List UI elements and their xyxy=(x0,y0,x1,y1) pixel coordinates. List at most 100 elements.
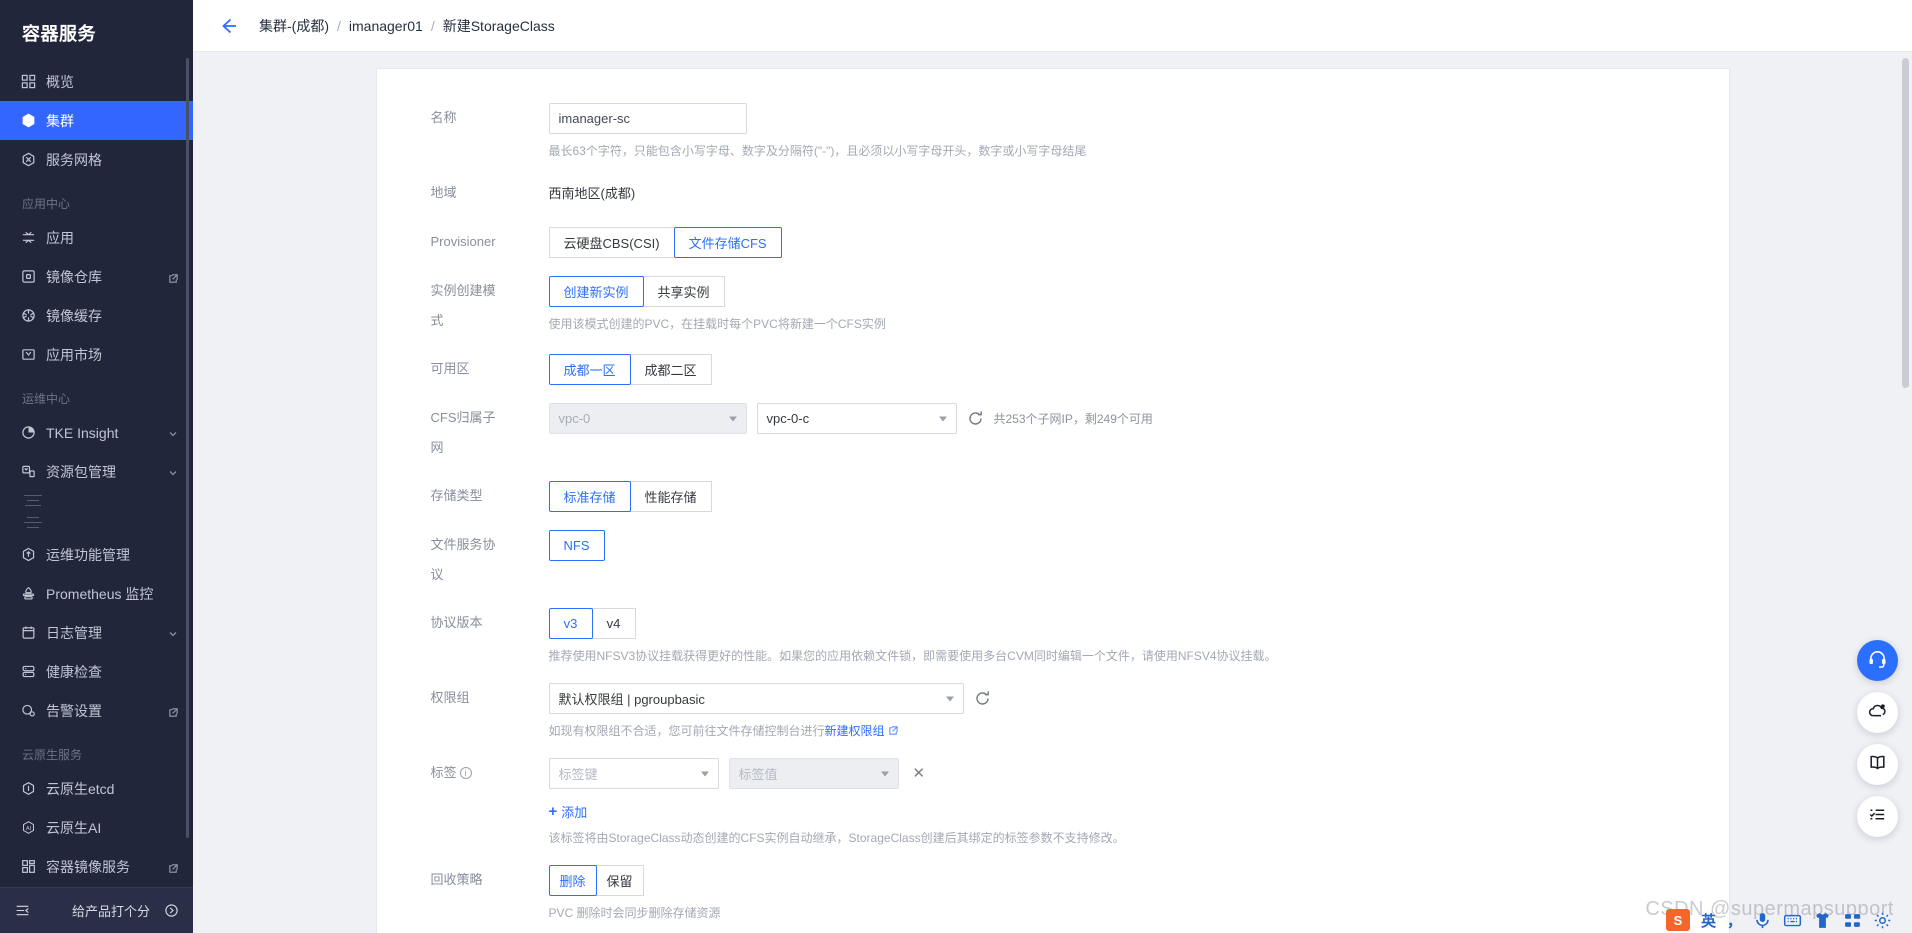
collapse-icon[interactable] xyxy=(14,903,30,919)
sidebar-item-label: 容器镜像服务 xyxy=(46,858,130,875)
chevron-down-icon xyxy=(945,696,954,701)
add-tag-label: 添加 xyxy=(561,805,588,820)
sidebar-item-label: 应用 xyxy=(46,229,74,246)
sidebar-item-overview[interactable]: 概览 xyxy=(0,62,193,101)
log-icon xyxy=(20,625,36,641)
protocol-version-hint: 推荐使用NFSV3协议挂载获得更好的性能。如果您的应用依赖文件锁，即需要使用多台… xyxy=(548,649,1277,663)
tag-key-select[interactable]: 标签键 xyxy=(548,758,719,789)
form-row-region: 地域 西南地区(成都) xyxy=(377,178,1729,209)
arrow-circle-icon[interactable] xyxy=(164,903,179,919)
sidebar-item-image-cache[interactable]: 镜像缓存 xyxy=(0,296,193,335)
ime-language-label[interactable]: 英 xyxy=(1701,910,1716,931)
storage-type-option-performance[interactable]: 性能存储 xyxy=(629,481,712,512)
microphone-icon[interactable] xyxy=(1753,911,1772,930)
refresh-icon[interactable] xyxy=(974,690,991,707)
cache-icon xyxy=(20,308,36,324)
permission-group-select[interactable]: 默认权限组 | pgroupbasic xyxy=(548,683,964,714)
label-region: 地域 xyxy=(430,185,457,200)
reclaim-policy-hint: PVC 删除时会同步删除存储资源 xyxy=(548,906,721,920)
keyboard-icon[interactable] xyxy=(1783,911,1802,930)
feedback-button[interactable] xyxy=(1857,692,1898,733)
provisioner-option-cfs[interactable]: 文件存储CFS xyxy=(673,227,782,258)
rate-product-label[interactable]: 给产品打个分 xyxy=(40,901,154,920)
task-list-button[interactable] xyxy=(1857,796,1898,837)
alarm-icon xyxy=(20,703,36,719)
documentation-button[interactable] xyxy=(1857,744,1898,785)
mesh-icon xyxy=(20,152,36,168)
back-arrow-icon[interactable] xyxy=(217,15,239,37)
sidebar-item-label: 服务网格 xyxy=(46,151,102,168)
label-subnet: CFS归属子网 xyxy=(430,410,496,455)
ime-punctuation-label[interactable]: ， xyxy=(1727,910,1742,931)
sidebar: 容器服务 概览 集群 服务网格 应用中心 应用 镜像仓库 镜像缓存 应用市场 运… xyxy=(0,0,193,933)
page-scrollbar[interactable] xyxy=(1899,52,1912,933)
health-icon xyxy=(20,664,36,680)
sidebar-item-application[interactable]: 应用 xyxy=(0,218,193,257)
form-row-file-protocol: 文件服务协议 NFS xyxy=(377,530,1729,590)
sidebar-item-log-management[interactable]: 日志管理 xyxy=(0,613,193,652)
book-icon xyxy=(1867,752,1888,778)
file-protocol-option-nfs[interactable]: NFS xyxy=(548,530,605,561)
breadcrumb-item-cluster[interactable]: 集群-(成都) xyxy=(259,16,329,36)
sidebar-group-ops-center: 运维中心 xyxy=(22,392,71,406)
refresh-icon[interactable] xyxy=(967,410,984,427)
support-button[interactable] xyxy=(1857,640,1898,681)
instance-mode-option-new[interactable]: 创建新实例 xyxy=(548,276,644,307)
name-input[interactable] xyxy=(548,103,747,134)
sidebar-item-cluster[interactable]: 集群 xyxy=(0,101,193,140)
label-zone: 可用区 xyxy=(430,361,470,376)
info-icon[interactable]: i xyxy=(459,767,472,779)
add-tag-button[interactable]: + 添加 xyxy=(549,802,588,821)
ime-toolbar: S 英 ， xyxy=(1665,909,1892,931)
zone-option-1[interactable]: 成都一区 xyxy=(548,354,631,385)
sidebar-item-container-registry[interactable]: 容器镜像服务 xyxy=(0,847,193,886)
gear-icon[interactable] xyxy=(1873,911,1892,930)
sidebar-scrollbar[interactable] xyxy=(186,58,189,838)
reclaim-policy-option-delete[interactable]: 删除 xyxy=(548,865,597,896)
storage-type-option-standard[interactable]: 标准存储 xyxy=(548,481,631,512)
sidebar-item-image-repository[interactable]: 镜像仓库 xyxy=(0,257,193,296)
label-name: 名称 xyxy=(430,110,457,125)
cloud-bell-icon xyxy=(1867,700,1888,726)
apps-icon[interactable] xyxy=(1843,911,1862,930)
pie-icon xyxy=(20,425,36,441)
sidebar-item-cloud-etcd[interactable]: 云原生etcd xyxy=(0,769,193,808)
sidebar-item-cloud-ai[interactable]: AI 云原生AI xyxy=(0,808,193,847)
sidebar-item-service-mesh[interactable]: 服务网格 xyxy=(0,140,193,179)
sidebar-item-label: 集群 xyxy=(46,112,74,129)
reclaim-policy-option-retain[interactable]: 保留 xyxy=(595,865,644,896)
protocol-version-option-v4[interactable]: v4 xyxy=(591,608,636,639)
protocol-version-option-v3[interactable]: v3 xyxy=(548,608,593,639)
provisioner-option-cbs[interactable]: 云硬盘CBS(CSI) xyxy=(548,227,675,258)
form-row-instance-mode: 实例创建模式 创建新实例 共享实例 使用该模式创建的PVC，在挂载时每个PVC将… xyxy=(377,276,1729,336)
close-icon[interactable]: ✕ xyxy=(909,766,930,781)
skin-icon[interactable] xyxy=(1813,911,1832,930)
sidebar-item-label: 健康检查 xyxy=(46,663,102,680)
form-row-subnet: CFS归属子网 vpc-0 vpc-0-c 共253个子网IP，剩249个可用 xyxy=(377,403,1729,463)
sidebar-item-resource-package[interactable]: 资源包管理 xyxy=(0,452,193,491)
label-provisioner: Provisioner xyxy=(430,234,496,249)
cluster-icon xyxy=(20,113,36,129)
app-title: 容器服务 xyxy=(22,24,96,44)
sidebar-item-alarm-settings[interactable]: 告警设置 xyxy=(0,691,193,730)
tag-value-placeholder: 标签值 xyxy=(738,767,778,782)
reclaim-policy-segmented: 删除 保留 xyxy=(548,865,644,896)
sogou-logo-icon[interactable]: S xyxy=(1665,909,1690,931)
sidebar-item-health-check[interactable]: 健康检查 xyxy=(0,652,193,691)
sidebar-item-label: TKE Insight xyxy=(46,424,119,441)
zone-option-2[interactable]: 成都二区 xyxy=(629,354,712,385)
sidebar-item-tke-insight[interactable]: TKE Insight xyxy=(0,413,193,452)
sidebar-item-ops-function[interactable]: 运维功能管理 xyxy=(0,535,193,574)
page-scrollbar-thumb[interactable] xyxy=(1902,58,1909,388)
instance-mode-option-shared[interactable]: 共享实例 xyxy=(642,276,725,307)
sidebar-item-app-market[interactable]: 应用市场 xyxy=(0,335,193,374)
create-permission-group-link[interactable]: 新建权限组 xyxy=(825,724,885,738)
breadcrumb-item-imanager01[interactable]: imanager01 xyxy=(349,18,423,34)
sidebar-footer: 给产品打个分 xyxy=(0,887,193,933)
sidebar-item-label: 镜像缓存 xyxy=(46,307,102,324)
subnet-select[interactable]: vpc-0-c xyxy=(756,403,957,434)
form-row-protocol-version: 协议版本 v3 v4 推荐使用NFSV3协议挂载获得更好的性能。如果您的应用依赖… xyxy=(377,608,1729,665)
sidebar-item-prometheus[interactable]: Prometheus 监控 xyxy=(0,574,193,613)
label-instance-mode: 实例创建模式 xyxy=(430,283,496,328)
ops-icon xyxy=(20,547,36,563)
